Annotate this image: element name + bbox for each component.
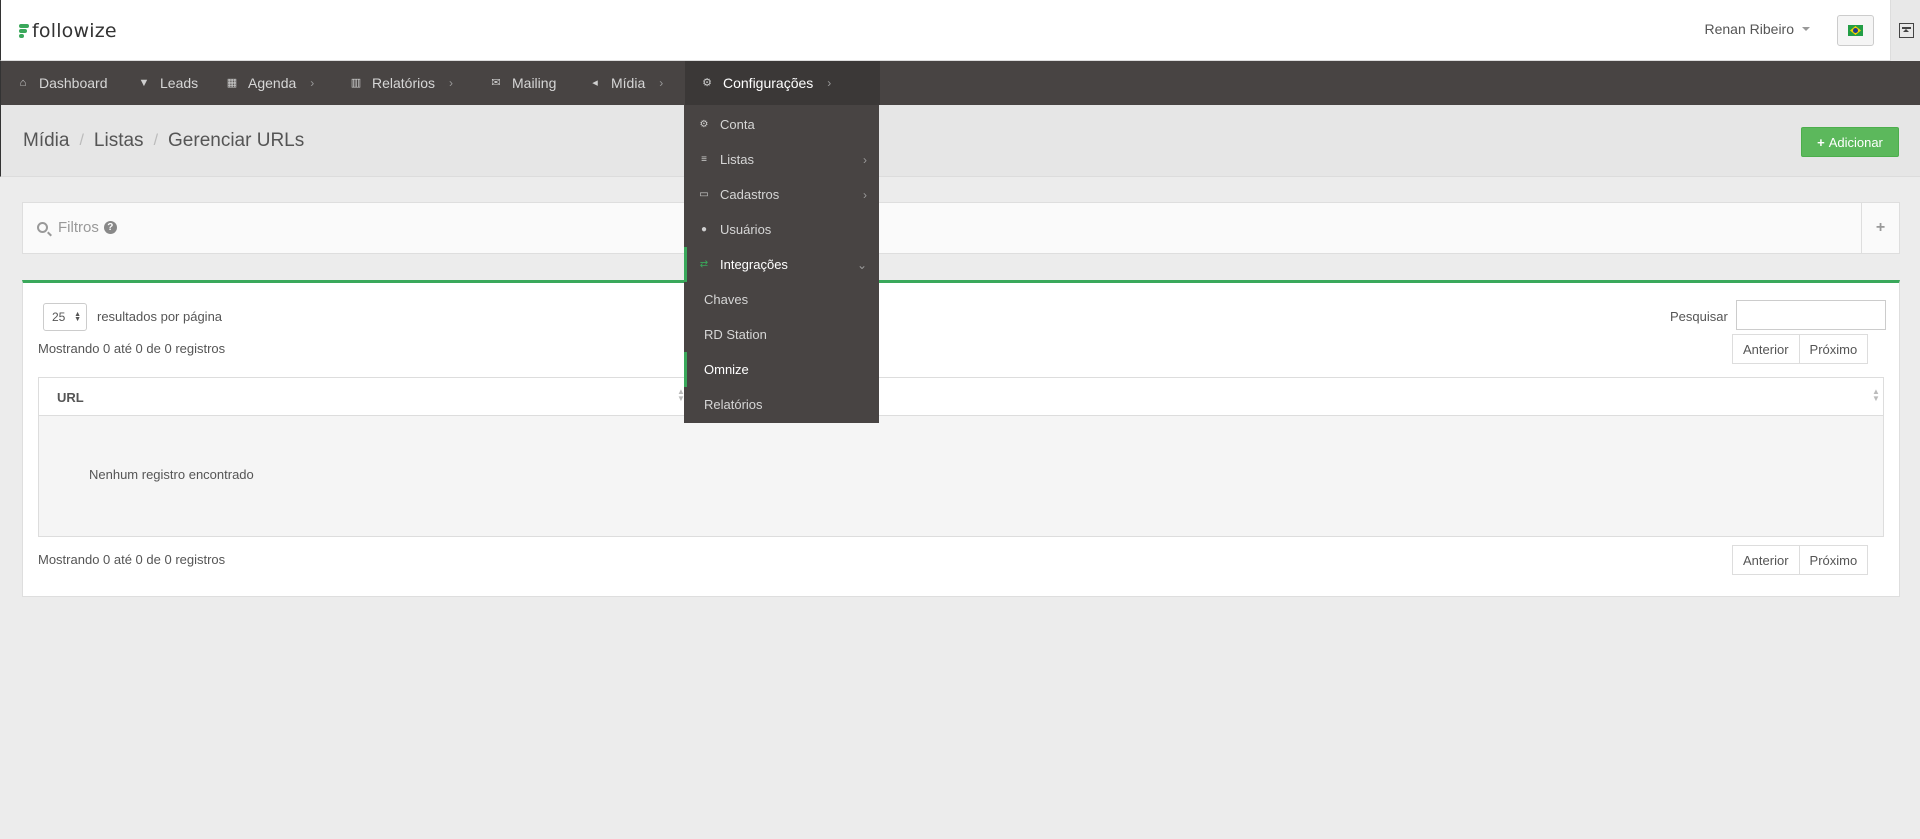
brazil-flag-icon bbox=[1848, 25, 1863, 36]
chevron-right-icon: › bbox=[863, 152, 867, 167]
empty-message: Nenhum registro encontrado bbox=[89, 467, 254, 482]
add-button[interactable]: + Adicionar bbox=[1801, 127, 1899, 157]
add-button-label: Adicionar bbox=[1828, 134, 1883, 150]
chevron-down-icon: ⌄ bbox=[856, 257, 867, 272]
nav-dashboard[interactable]: ⌂ Dashboard bbox=[17, 61, 108, 105]
nav-label: Configurações bbox=[723, 75, 814, 91]
submenu-item-omnize[interactable]: Omnize bbox=[684, 352, 879, 387]
collapse-header-button[interactable] bbox=[1890, 0, 1920, 61]
top-bar: followize Renan Ribeiro bbox=[0, 0, 1920, 61]
chevron-right-icon: › bbox=[310, 76, 315, 90]
menu-item-label: Integrações bbox=[720, 257, 788, 272]
collapse-icon bbox=[1898, 23, 1914, 38]
user-menu[interactable]: Renan Ribeiro bbox=[1704, 21, 1810, 37]
previous-button[interactable]: Anterior bbox=[1732, 334, 1800, 364]
expand-filters-button[interactable]: + bbox=[1861, 203, 1899, 253]
gears-icon: ⚙ bbox=[702, 77, 712, 89]
gear-icon: ⚙ bbox=[699, 119, 709, 130]
user-name: Renan Ribeiro bbox=[1704, 21, 1795, 37]
filters-header[interactable]: Filtros ? bbox=[37, 219, 117, 236]
chevron-right-icon: › bbox=[449, 76, 454, 90]
submenu-item-chaves[interactable]: Chaves bbox=[684, 282, 879, 317]
menu-item-label: Conta bbox=[720, 117, 755, 132]
sort-icon[interactable]: ▲ ▼ bbox=[1872, 388, 1880, 403]
chevron-right-icon: › bbox=[659, 76, 664, 90]
home-icon: ⌂ bbox=[19, 77, 27, 89]
table-body: Nenhum registro encontrado bbox=[39, 416, 1883, 536]
logo[interactable]: followize bbox=[19, 19, 117, 43]
menu-item-listas[interactable]: ≡ Listas › bbox=[684, 142, 879, 177]
nav-configuracoes[interactable]: ⚙ Configurações › bbox=[685, 61, 880, 105]
folder-open-icon: ▭ bbox=[699, 189, 709, 200]
nav-label: Agenda bbox=[248, 75, 297, 91]
breadcrumb-listas[interactable]: Listas bbox=[94, 130, 144, 152]
previous-button[interactable]: Anterior bbox=[1732, 545, 1800, 575]
pagination-bottom: Anterior Próximo bbox=[1732, 545, 1869, 575]
filters-panel: Filtros ? + bbox=[22, 202, 1900, 254]
nav-label: Dashboard bbox=[39, 75, 108, 91]
nav-relatorios[interactable]: ▥ Relatórios › bbox=[350, 61, 453, 105]
chevron-right-icon: › bbox=[827, 76, 832, 90]
nav-agenda[interactable]: ▦ Agenda › bbox=[226, 61, 314, 105]
plus-icon: + bbox=[1817, 134, 1825, 150]
breadcrumb-separator: / bbox=[79, 132, 84, 149]
page-header: Mídia / Listas / Gerenciar URLs + Adicio… bbox=[0, 105, 1920, 177]
table-header: URL ▲ ▼ ▲ ▼ bbox=[39, 378, 1883, 416]
nav-label: Relatórios bbox=[372, 75, 436, 91]
search-icon bbox=[37, 222, 48, 233]
page-length-select[interactable]: 25 ▲ ▼ bbox=[43, 303, 87, 331]
nav-midia[interactable]: ◂ Mídia › bbox=[589, 61, 663, 105]
chevron-right-icon: › bbox=[863, 187, 867, 202]
submenu-item-rd-station[interactable]: RD Station bbox=[684, 317, 879, 352]
logo-leaf-icon bbox=[19, 23, 29, 39]
menu-item-usuarios[interactable]: ● Usuários bbox=[684, 212, 879, 247]
urls-table: URL ▲ ▼ ▲ ▼ Nenhum registro encontrado bbox=[38, 377, 1884, 537]
breadcrumb: Mídia / Listas / Gerenciar URLs bbox=[23, 130, 304, 152]
table-info-bottom: Mostrando 0 até 0 de 0 registros bbox=[38, 552, 226, 567]
language-button[interactable] bbox=[1837, 15, 1874, 46]
exchange-icon: ⇄ bbox=[699, 259, 709, 270]
next-button[interactable]: Próximo bbox=[1799, 545, 1869, 575]
nav-label: Mídia bbox=[611, 75, 646, 91]
page-length-label: resultados por página bbox=[97, 309, 223, 324]
column-header-url[interactable]: URL bbox=[57, 390, 84, 405]
logo-text: followize bbox=[32, 20, 117, 42]
search-label: Pesquisar bbox=[1670, 309, 1728, 324]
menu-item-conta[interactable]: ⚙ Conta bbox=[684, 107, 879, 142]
table-info-top: Mostrando 0 até 0 de 0 registros bbox=[38, 341, 226, 356]
breadcrumb-current: Gerenciar URLs bbox=[168, 130, 305, 151]
page-length-value: 25 bbox=[52, 310, 66, 324]
breadcrumb-midia[interactable]: Mídia bbox=[23, 130, 69, 152]
pagination-top: Anterior Próximo bbox=[1732, 334, 1869, 364]
envelope-icon: ✉ bbox=[491, 77, 501, 89]
megaphone-icon: ◂ bbox=[592, 77, 598, 89]
nav-label: Leads bbox=[160, 75, 199, 91]
help-icon[interactable]: ? bbox=[103, 221, 117, 234]
menu-item-integracoes[interactable]: ⇄ Integrações ⌄ bbox=[684, 247, 879, 282]
select-arrows-icon: ▲ ▼ bbox=[74, 311, 81, 323]
urls-table-panel: 25 ▲ ▼ resultados por página Mostrando 0 … bbox=[22, 280, 1900, 597]
submenu-item-relatorios[interactable]: Relatórios bbox=[684, 387, 879, 422]
funnel-icon: ▼ bbox=[138, 77, 150, 89]
list-icon: ≡ bbox=[701, 154, 707, 165]
configuracoes-dropdown: ⚙ Conta ≡ Listas › ▭ Cadastros › ● Usuár… bbox=[684, 105, 879, 423]
next-button[interactable]: Próximo bbox=[1799, 334, 1869, 364]
breadcrumb-separator: / bbox=[153, 132, 159, 149]
nav-mailing[interactable]: ✉ Mailing bbox=[490, 61, 556, 105]
menu-item-label: Cadastros bbox=[720, 187, 780, 202]
bar-chart-icon: ▥ bbox=[350, 77, 362, 89]
menu-item-label: Usuários bbox=[720, 222, 772, 237]
nav-leads[interactable]: ▼ Leads bbox=[138, 61, 199, 105]
nav-label: Mailing bbox=[512, 75, 557, 91]
users-icon: ● bbox=[700, 224, 708, 235]
menu-item-label: Listas bbox=[720, 152, 754, 167]
filters-label: Filtros bbox=[58, 219, 99, 236]
main-nav: ⌂ Dashboard ▼ Leads ▦ Agenda › ▥ Relatór… bbox=[0, 61, 1920, 105]
menu-item-cadastros[interactable]: ▭ Cadastros › bbox=[684, 177, 879, 212]
search-input[interactable] bbox=[1736, 300, 1886, 330]
calendar-icon: ▦ bbox=[226, 77, 238, 89]
caret-down-icon bbox=[1802, 27, 1810, 31]
